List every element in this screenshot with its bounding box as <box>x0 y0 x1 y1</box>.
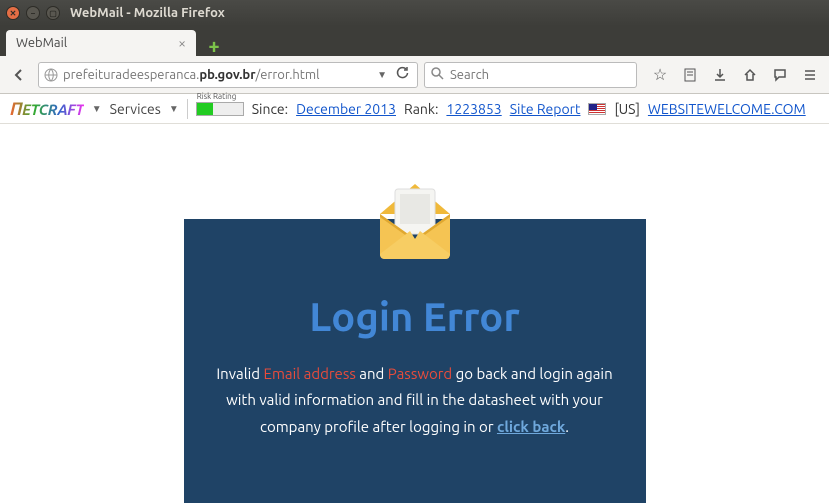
menu-icon[interactable] <box>797 62 823 88</box>
downloads-icon[interactable] <box>707 62 733 88</box>
netcraft-rank-label: Rank: <box>404 101 438 117</box>
search-bar[interactable] <box>424 62 637 88</box>
globe-icon <box>43 67 59 83</box>
chat-icon[interactable] <box>767 62 793 88</box>
netcraft-host-link[interactable]: WEBSITEWELCOME.COM <box>648 101 806 117</box>
msg-password-red: Password <box>388 365 452 382</box>
window-title: WebMail - Mozilla Firefox <box>70 6 225 20</box>
window-minimize-button[interactable]: – <box>26 6 40 20</box>
error-message: Invalid Email address and Password go ba… <box>184 361 646 440</box>
window-titlebar: ✕ – ▢ WebMail - Mozilla Firefox <box>0 0 829 26</box>
netcraft-rank-link[interactable]: 1223853 <box>446 101 501 117</box>
url-host-pre: prefeituradeesperanca. <box>63 68 199 82</box>
window-maximize-button[interactable]: ▢ <box>46 6 60 20</box>
url-text: prefeituradeesperanca.pb.gov.br/error.ht… <box>63 68 373 82</box>
error-heading: Login Error <box>184 294 646 339</box>
netcraft-since-link[interactable]: December 2013 <box>296 101 396 117</box>
bookmark-star-icon[interactable]: ☆ <box>647 62 673 88</box>
click-back-link[interactable]: click back <box>497 418 565 435</box>
tab-strip: WebMail × + <box>0 26 829 56</box>
netcraft-site-report-link[interactable]: Site Report <box>510 101 581 117</box>
msg-pre: Invalid <box>216 365 263 382</box>
error-panel: Login Error Invalid Email address and Pa… <box>184 219 646 503</box>
us-flag-icon <box>588 103 606 115</box>
reload-icon[interactable] <box>391 66 413 83</box>
nav-toolbar: prefeituradeesperanca.pb.gov.br/error.ht… <box>0 56 829 94</box>
url-host-bold: pb.gov.br <box>199 68 255 82</box>
url-history-dropdown-icon[interactable]: ▼ <box>373 69 391 81</box>
search-input[interactable] <box>450 68 630 82</box>
window-close-button[interactable]: ✕ <box>6 6 20 20</box>
window-buttons: ✕ – ▢ <box>6 6 60 20</box>
url-path: /error.html <box>256 68 320 82</box>
envelope-icon <box>360 159 470 269</box>
url-bar[interactable]: prefeituradeesperanca.pb.gov.br/error.ht… <box>38 62 418 88</box>
netcraft-logo-dropdown-icon[interactable]: ▼ <box>92 103 102 115</box>
msg-dot: . <box>565 418 569 435</box>
msg-and: and <box>356 365 388 382</box>
browser-tab[interactable]: WebMail × <box>6 30 196 56</box>
back-button[interactable] <box>6 62 32 88</box>
search-icon <box>431 67 444 83</box>
netcraft-toolbar: ΠETCRAFT ▼ Services ▼ Since: December 20… <box>0 94 829 124</box>
home-icon[interactable] <box>737 62 763 88</box>
netcraft-since-label: Since: <box>252 101 288 117</box>
tab-close-icon[interactable]: × <box>178 35 186 51</box>
msg-email-red: Email address <box>264 365 356 382</box>
new-tab-button[interactable]: + <box>202 34 226 56</box>
netcraft-country: [US] <box>614 101 639 117</box>
page-content: Login Error Invalid Email address and Pa… <box>0 124 829 503</box>
back-arrow-icon <box>11 67 27 83</box>
netcraft-separator <box>187 99 188 119</box>
netcraft-services-dropdown-icon[interactable]: ▼ <box>169 103 179 115</box>
reading-list-icon[interactable] <box>677 62 703 88</box>
toolbar-right-icons: ☆ <box>647 62 823 88</box>
netcraft-logo[interactable]: ΠETCRAFT <box>10 99 84 119</box>
netcraft-risk-indicator <box>196 102 244 116</box>
tab-title: WebMail <box>16 36 67 50</box>
netcraft-services-menu[interactable]: Services <box>110 101 161 117</box>
